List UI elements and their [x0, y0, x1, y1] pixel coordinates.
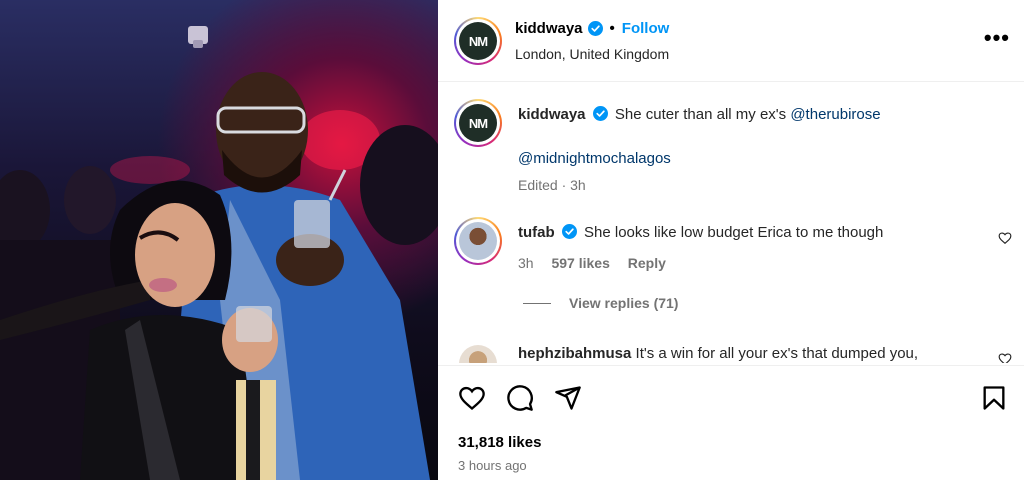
- post-actions: 31,818 likes 3 hours ago: [438, 365, 1024, 480]
- commenter-avatar-photo: [459, 345, 497, 363]
- comment-text: She looks like low budget Erica to me th…: [584, 224, 884, 241]
- commenter-avatar-photo: [459, 222, 497, 260]
- comment-text: It's a win for all your ex's that dumped…: [635, 345, 919, 362]
- comment-username[interactable]: tufab: [518, 224, 555, 241]
- author-username[interactable]: kiddwaya: [515, 20, 583, 37]
- verified-badge-icon: [561, 224, 577, 239]
- follow-button[interactable]: Follow: [622, 20, 670, 37]
- comment-text-line: hephzibahmusa It's a win for all your ex…: [518, 344, 918, 363]
- caption-avatar[interactable]: NM: [454, 99, 502, 147]
- comment-meta: 3h 597 likes Reply: [518, 255, 666, 271]
- post-location[interactable]: London, United Kingdom: [515, 46, 669, 62]
- post-time: 3 hours ago: [458, 458, 527, 473]
- comment-text-line: tufab She looks like low budget Erica to…: [518, 223, 883, 243]
- comments-section[interactable]: NM kiddwaya She cuter than all my ex's @…: [438, 83, 1024, 363]
- caption-meta: Edited · 3h: [518, 177, 586, 193]
- bookmark-icon[interactable]: [980, 384, 1008, 412]
- verified-badge-icon: [587, 21, 603, 36]
- post-detail-panel: NM kiddwaya • Follow London, United King…: [438, 0, 1024, 480]
- post-photo-illustration: [0, 26, 438, 480]
- share-icon[interactable]: [554, 384, 582, 412]
- mention-link[interactable]: @midnightmochalagos: [518, 150, 671, 167]
- author-avatar[interactable]: NM: [454, 17, 502, 65]
- view-replies-line: [523, 302, 551, 304]
- commenter-avatar[interactable]: [454, 340, 502, 363]
- comment-time: 3h: [518, 255, 534, 271]
- reply-button[interactable]: Reply: [628, 255, 666, 271]
- caption-text-line-2: @midnightmochalagos: [518, 149, 671, 169]
- author-line: kiddwaya • Follow: [515, 20, 669, 37]
- commenter-avatar[interactable]: [454, 217, 502, 265]
- separator-dot: •: [609, 20, 615, 37]
- comment-like-heart-icon[interactable]: [998, 231, 1012, 245]
- more-options-icon[interactable]: •••: [984, 27, 1010, 49]
- comment-likes[interactable]: 597 likes: [551, 255, 609, 271]
- view-replies-label: View replies (71): [569, 295, 679, 311]
- view-replies-button[interactable]: View replies (71): [523, 295, 678, 311]
- caption-text: She cuter than all my ex's: [614, 106, 787, 123]
- comment-icon[interactable]: [506, 384, 534, 412]
- comment-username[interactable]: hephzibahmusa: [518, 345, 631, 362]
- caption-username[interactable]: kiddwaya: [518, 106, 586, 123]
- post-photo[interactable]: [0, 0, 438, 480]
- caption-text-line: kiddwaya She cuter than all my ex's @the…: [518, 105, 881, 125]
- likes-count[interactable]: 31,818 likes: [458, 434, 541, 451]
- comment-like-heart-icon[interactable]: [998, 352, 1012, 363]
- caption-avatar-logo: NM: [459, 104, 497, 142]
- heart-icon[interactable]: [458, 384, 486, 412]
- verified-badge-icon: [592, 106, 608, 121]
- author-avatar-logo: NM: [459, 22, 497, 60]
- mention-link[interactable]: @therubirose: [790, 106, 880, 123]
- post-header: NM kiddwaya • Follow London, United King…: [438, 0, 1024, 82]
